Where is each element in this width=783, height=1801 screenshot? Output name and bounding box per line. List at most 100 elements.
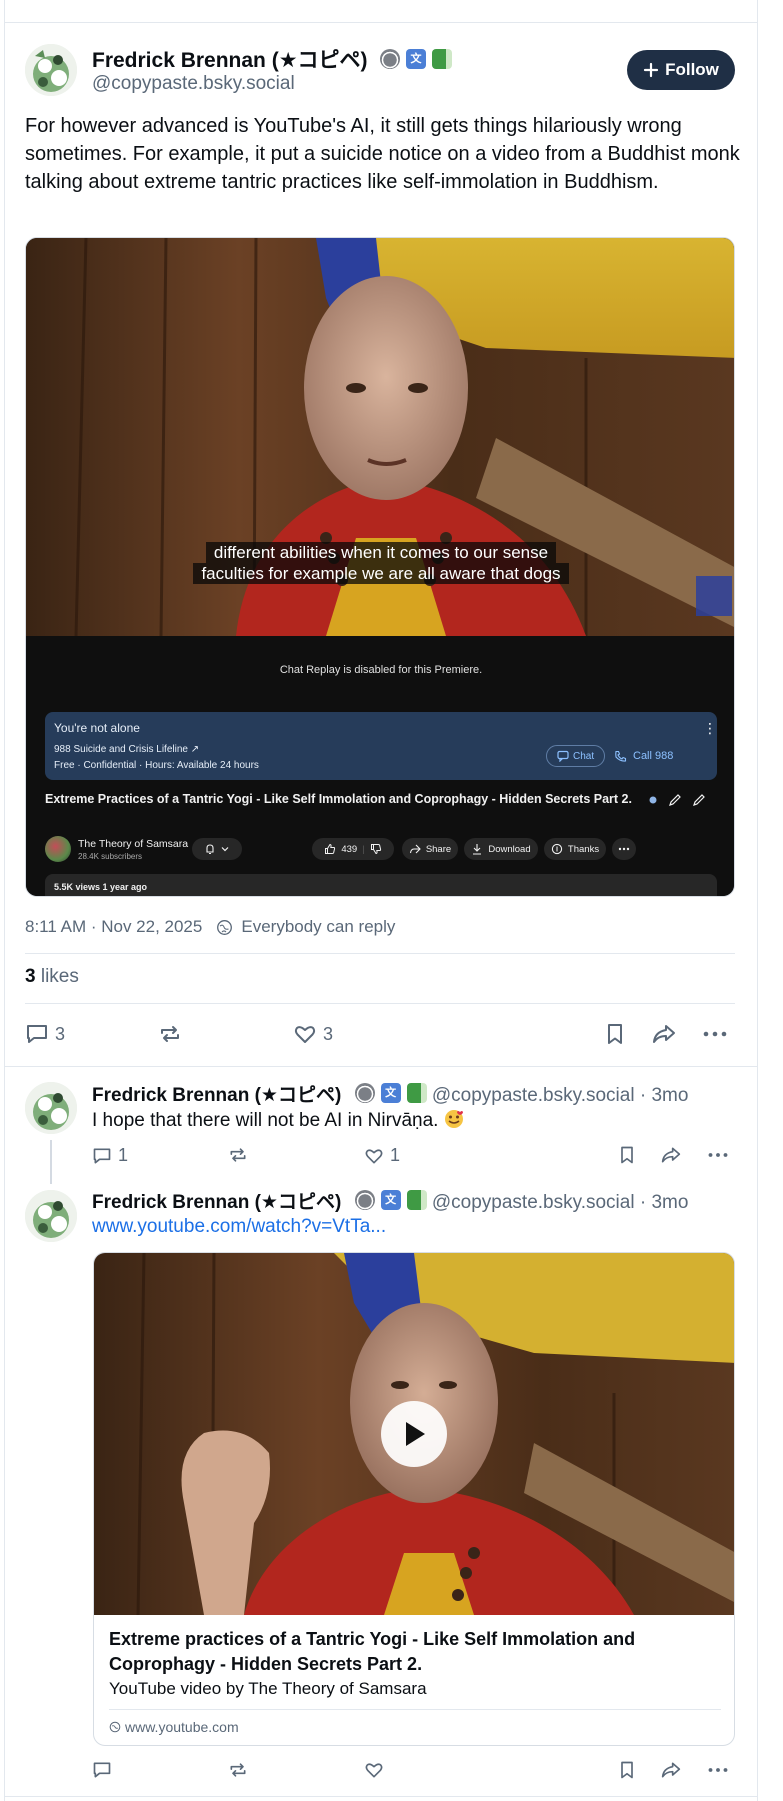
globe-icon [109,1721,121,1733]
comment-icon [92,1146,112,1166]
comment-icon [92,1760,112,1780]
crisis-banner: You're not alone 988 Suicide and Crisis … [45,712,717,780]
thread-connector [50,1140,52,1184]
plus-icon [643,62,659,78]
reply-2-bookmark-button[interactable] [617,1760,637,1780]
follow-label: Follow [665,60,719,79]
post-meta: 8:11 AM · Nov 22, 2025 Everybody can rep… [25,917,395,937]
divider [5,1796,757,1797]
divider [25,1003,735,1004]
follow-button[interactable]: Follow [627,50,735,90]
channel-subscribers: 28.4K subscribers [78,852,143,861]
reply-2-like-button[interactable] [364,1760,384,1780]
reply-1-age: · 3mo [639,1085,689,1106]
likes-summary[interactable]: 3 likes [25,966,79,988]
banner-line-1: 988 Suicide and Crisis Lifeline ↗ [54,744,200,755]
video-thumbnail [94,1253,734,1615]
reply-2-handle[interactable]: @copypaste.bsky.social [432,1192,635,1213]
more-dots-icon [707,1145,729,1165]
reply-1-handle[interactable]: @copypaste.bsky.social [432,1085,635,1106]
author-avatar[interactable] [25,44,77,96]
youtube-watch-panel: Chat Replay is disabled for this Premier… [26,636,734,896]
yt-thanks-pill: Thanks [544,838,606,860]
raccoon-emoji-icon [354,1083,375,1103]
reply-setting[interactable]: Everybody can reply [241,917,395,937]
reply-2-author[interactable]: Fredrick Brennan (★コピペ) [92,1192,341,1213]
download-icon [471,843,483,855]
name-emoji-badges: 文 [354,1190,427,1210]
edit-icon [692,793,706,807]
raccoon-emoji-icon [354,1190,375,1210]
smiling-face-hearts-emoji-icon [444,1109,464,1129]
link-preview-card[interactable]: Extreme practices of a Tantric Yogi - Li… [93,1252,735,1746]
reply-1-repost-button[interactable] [228,1145,248,1165]
reply-2-age: · 3mo [639,1192,689,1213]
reply-1-like-button[interactable]: 1 [364,1145,400,1166]
video-caption-line-2: faculties for example we are all aware t… [26,563,734,584]
more-options-button[interactable] [702,1022,728,1046]
chat-replay-note: Chat Replay is disabled for this Premier… [279,664,483,676]
phone-icon [614,750,627,763]
channel-avatar [45,836,71,862]
author-name[interactable]: Fredrick Brennan (★コピペ) [92,49,368,72]
author-name-row: Fredrick Brennan (★コピペ) 文 [92,44,452,74]
globe-reply-icon [216,919,233,936]
share-icon [660,1760,682,1780]
green-book-emoji-icon [432,49,452,69]
video-frame-image: different abilities when it comes to our… [26,238,734,636]
reply-1-like-count: 1 [390,1145,401,1165]
reply-2-repost-button[interactable] [228,1760,248,1780]
post-timestamp[interactable]: 8:11 AM · Nov 22, 2025 [25,917,202,937]
language-emoji-icon: 文 [380,1083,401,1103]
top-divider [5,22,757,23]
language-emoji-icon: 文 [380,1190,401,1210]
share-button[interactable] [651,1022,677,1046]
embed-title: Extreme practices of a Tantric Yogi - Li… [109,1629,636,1674]
heart-icon [364,1146,384,1166]
divider [5,1066,757,1067]
reply-1-share-button[interactable] [660,1145,682,1165]
name-emoji-badges: 文 [354,1083,427,1103]
yt-download-pill: Download [464,838,538,860]
reply-button[interactable]: 3 [25,1022,65,1046]
reply-1-avatar[interactable] [25,1082,77,1134]
reply-2-link[interactable]: www.youtube.com/watch?v=VtTa... [92,1216,386,1238]
reply-1-reply-button[interactable]: 1 [92,1145,128,1166]
reply-2-avatar[interactable] [25,1190,77,1242]
like-button[interactable]: 3 [293,1022,333,1046]
share-arrow-icon [409,843,421,855]
repost-icon [228,1760,248,1780]
author-handle[interactable]: @copypaste.bsky.social [92,73,295,95]
reply-1-author[interactable]: Fredrick Brennan (★コピペ) [92,1085,341,1106]
title-icons [648,793,706,807]
post-image[interactable]: different abilities when it comes to our… [25,237,735,897]
repost-button[interactable] [158,1022,182,1046]
pencil-icon [668,793,682,807]
reply-1-text: I hope that there will not be AI in Nirv… [92,1109,464,1132]
youtube-video-title: Extreme Practices of a Tantric Yogi - Li… [45,792,632,806]
green-book-emoji-icon [406,1190,427,1210]
likes-label: likes [40,966,79,987]
heart-icon [364,1760,384,1780]
bookmark-button[interactable] [603,1022,627,1046]
post-text: For however advanced is YouTube's AI, it… [25,115,740,193]
divider [25,953,735,954]
play-button[interactable] [381,1401,447,1467]
reply-2-reply-button[interactable] [92,1760,112,1780]
reply-1-header: Fredrick Brennan (★コピペ) 文 @copypaste.bsk… [92,1080,688,1107]
reply-2-share-button[interactable] [660,1760,682,1780]
share-icon [660,1145,682,1165]
channel-name: The Theory of Samsara [78,838,189,850]
yt-more-pill [612,838,636,860]
reply-1-more-button[interactable] [707,1145,729,1165]
reply-1-bookmark-button[interactable] [617,1145,637,1165]
like-count: 3 [323,1023,334,1044]
reply-count: 3 [55,1023,66,1044]
reply-2-more-button[interactable] [707,1760,729,1780]
thumbs-up-icon [324,843,336,855]
dot-icon [648,795,658,805]
bookmark-icon [617,1760,637,1780]
views-and-age: 5.5K views 1 year ago [45,874,717,896]
raccoon-emoji-icon [380,49,400,69]
heart-icon [293,1022,317,1046]
